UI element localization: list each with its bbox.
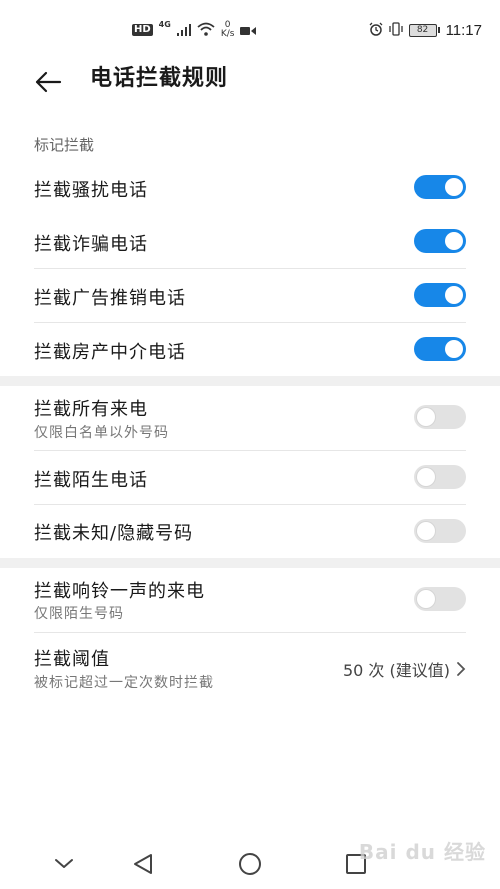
triangle-back-icon [134, 854, 152, 874]
toggle-block-unknown[interactable] [414, 519, 466, 543]
row-title: 拦截所有来电 [34, 399, 148, 420]
network-speed: 0 K/s [221, 21, 235, 39]
toggle-block-strangers[interactable] [414, 465, 466, 489]
vibrate-icon [388, 21, 403, 40]
row-title: 拦截诈骗电话 [34, 234, 148, 255]
toggle-knob [417, 408, 435, 426]
row-title: 拦截响铃一声的来电 [34, 581, 205, 602]
row-title: 拦截阈值 [34, 649, 110, 670]
status-time: 11:17 [445, 21, 482, 39]
threshold-value[interactable]: 50 次 (建议值) [343, 657, 466, 681]
row-subtitle: 仅限陌生号码 [34, 606, 124, 622]
row-block-fraud[interactable]: 拦截诈骗电话 [0, 214, 500, 268]
threshold-value-text: 50 次 (建议值) [342, 661, 450, 680]
back-button[interactable] [30, 64, 66, 100]
row-title: 拦截陌生电话 [34, 470, 148, 491]
hd-badge: HD [132, 24, 153, 36]
toggle-block-fraud[interactable] [414, 229, 466, 253]
app-header: 电话拦截规则 [0, 58, 500, 100]
section-separator [0, 558, 500, 568]
row-block-unknown[interactable]: 拦截未知/隐藏号码 [0, 504, 500, 558]
row-title: 拦截骚扰电话 [34, 180, 148, 201]
toggle-knob [445, 232, 463, 250]
section-separator [0, 376, 500, 386]
page-title: 电话拦截规则 [90, 66, 229, 91]
toggle-block-harassment[interactable] [414, 175, 466, 199]
section-label-marked: 标记拦截 [34, 136, 95, 154]
row-title: 拦截未知/隐藏号码 [34, 523, 194, 544]
status-right: 82 11:17 [369, 17, 482, 43]
status-left: HD 4G 0 K/s [132, 17, 257, 43]
toggle-block-all-calls[interactable] [414, 405, 466, 429]
toggle-block-ads[interactable] [414, 283, 466, 307]
toggle-knob [417, 590, 435, 608]
row-subtitle: 仅限白名单以外号码 [34, 425, 169, 441]
back-arrow-icon [35, 71, 62, 93]
row-subtitle: 被标记超过一定次数时拦截 [34, 675, 214, 691]
chevron-down-icon [55, 859, 73, 868]
circle-home-icon [239, 853, 261, 875]
row-title: 拦截房产中介电话 [34, 342, 186, 363]
row-title: 拦截广告推销电话 [34, 288, 186, 309]
row-block-one-ring[interactable]: 拦截响铃一声的来电 仅限陌生号码 [0, 568, 500, 632]
watermark: Bai du 经验 [358, 840, 486, 864]
chevron-right-icon [457, 662, 466, 676]
speed-unit: K/s [220, 29, 235, 39]
video-call-icon [240, 21, 257, 40]
battery-level: 82 [408, 23, 437, 37]
nav-collapse-button[interactable] [50, 850, 78, 878]
row-block-strangers[interactable]: 拦截陌生电话 [0, 450, 500, 504]
network-type: 4G [158, 19, 171, 29]
alarm-icon [369, 21, 383, 40]
battery-icon: 82 [408, 23, 440, 37]
toggle-block-real-estate[interactable] [414, 337, 466, 361]
toggle-knob [417, 468, 435, 486]
toggle-knob [445, 286, 463, 304]
nav-home-button[interactable] [236, 850, 264, 878]
wifi-icon [197, 21, 215, 40]
row-block-harassment[interactable]: 拦截骚扰电话 [0, 160, 500, 214]
toggle-knob [417, 522, 435, 540]
signal-icon [176, 21, 191, 40]
battery-cap [437, 27, 440, 33]
row-block-real-estate[interactable]: 拦截房产中介电话 [0, 322, 500, 376]
toggle-block-one-ring[interactable] [414, 587, 466, 611]
toggle-knob [445, 340, 463, 358]
status-bar: HD 4G 0 K/s 82 11:17 [0, 0, 500, 58]
toggle-knob [445, 178, 463, 196]
row-block-all-calls[interactable]: 拦截所有来电 仅限白名单以外号码 [0, 386, 500, 450]
nav-back-button[interactable] [130, 850, 158, 878]
row-block-ads[interactable]: 拦截广告推销电话 [0, 268, 500, 322]
